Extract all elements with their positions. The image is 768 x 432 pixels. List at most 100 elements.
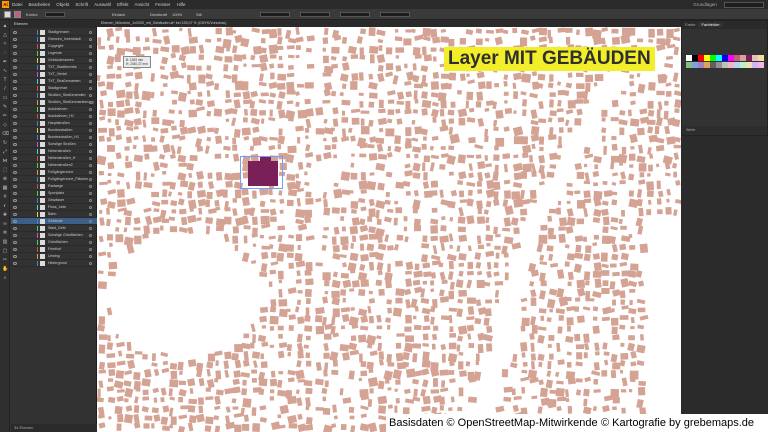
graph-icon[interactable]: ▥ — [2, 240, 8, 245]
target-circle-icon[interactable] — [89, 143, 92, 146]
target-circle-icon[interactable] — [89, 157, 92, 160]
target-circle-icon[interactable] — [89, 234, 92, 237]
layer-row[interactable]: Friedhof — [11, 246, 97, 253]
gradient-icon[interactable]: ◐ — [2, 204, 8, 209]
artboard-icon[interactable]: ▢ — [2, 249, 8, 254]
layer-row[interactable]: Fußgängerzone_Flächen — [11, 176, 97, 183]
type-icon[interactable]: T — [2, 78, 8, 83]
basic-label[interactable]: Einfach — [112, 9, 125, 20]
target-circle-icon[interactable] — [89, 164, 92, 167]
fill-color-swatch[interactable] — [14, 11, 21, 18]
layer-name[interactable]: Copyright — [48, 43, 63, 49]
layer-row[interactable]: Stadtgrenzen — [11, 29, 97, 36]
target-circle-icon[interactable] — [89, 206, 92, 209]
layer-row[interactable]: Straßen_Straßenmarkierung — [11, 99, 97, 106]
layer-row[interactable]: Legende — [11, 50, 97, 57]
visibility-eye-icon[interactable] — [13, 108, 17, 111]
layer-row[interactable]: Sportplatz — [11, 190, 97, 197]
layer-row[interactable]: Autobahnen_H1 — [11, 113, 97, 120]
free-transform-icon[interactable]: ⬚ — [2, 168, 8, 173]
target-circle-icon[interactable] — [89, 94, 92, 97]
layer-name[interactable]: Fußgängerzone — [48, 169, 73, 175]
visibility-eye-icon[interactable] — [13, 45, 17, 48]
menu-bearbeiten[interactable]: Bearbeiten — [29, 2, 51, 7]
workspace-switcher[interactable]: Grundlagen — [693, 2, 717, 7]
layer-name[interactable]: Sonstige Straßen — [48, 141, 76, 147]
target-circle-icon[interactable] — [89, 31, 92, 34]
layer-name[interactable]: Autobahnen — [48, 106, 67, 112]
target-circle-icon[interactable] — [89, 150, 92, 153]
layer-row[interactable]: Gebäudenamen — [11, 57, 97, 64]
target-circle-icon[interactable] — [89, 192, 92, 195]
zoom-icon[interactable]: ⌕ — [2, 276, 8, 281]
target-circle-icon[interactable] — [89, 45, 92, 48]
visibility-eye-icon[interactable] — [13, 66, 17, 69]
color-swatch[interactable] — [758, 55, 764, 61]
menu-fenster[interactable]: Fenster — [155, 2, 170, 7]
target-circle-icon[interactable] — [89, 178, 92, 181]
visibility-eye-icon[interactable] — [13, 255, 17, 258]
layer-name[interactable]: Autobahnen_H1 — [48, 113, 74, 119]
visibility-eye-icon[interactable] — [13, 199, 17, 202]
visibility-eye-icon[interactable] — [13, 241, 17, 244]
menu-datei[interactable]: Datei — [12, 2, 23, 7]
layer-row[interactable]: Nebenstraßen2 — [11, 162, 97, 169]
layer-name[interactable]: Nebenstraßen_H — [48, 155, 75, 161]
magic-wand-icon[interactable]: ✧ — [2, 42, 8, 47]
curvature-icon[interactable]: ∿ — [2, 69, 8, 74]
direct-select-icon[interactable]: △ — [2, 33, 8, 38]
visibility-eye-icon[interactable] — [13, 262, 17, 265]
swatches-tab-farbe[interactable]: Farbe — [682, 22, 698, 27]
layer-name[interactable]: Straßen_Straßenenden — [48, 92, 86, 98]
selected-building-part[interactable] — [260, 157, 271, 165]
shape-builder-icon[interactable]: ⊕ — [2, 177, 8, 182]
height-field[interactable] — [380, 12, 410, 17]
layer-row[interactable]: Bahn — [11, 211, 97, 218]
visibility-eye-icon[interactable] — [13, 115, 17, 118]
layer-name[interactable]: Stadtgrenzen — [48, 29, 69, 35]
target-circle-icon[interactable] — [89, 185, 92, 188]
layer-name[interactable]: Gewässer — [48, 197, 64, 203]
visibility-eye-icon[interactable] — [13, 171, 17, 174]
target-circle-icon[interactable] — [89, 73, 92, 76]
target-circle-icon[interactable] — [89, 262, 92, 265]
target-circle-icon[interactable] — [89, 220, 92, 223]
layer-name[interactable]: Sportplatz — [48, 190, 64, 196]
menu-ansicht[interactable]: Ansicht — [135, 2, 150, 7]
layer-row[interactable]: Bundesstraßen_H1 — [11, 134, 97, 141]
visibility-eye-icon[interactable] — [13, 150, 17, 153]
visibility-eye-icon[interactable] — [13, 192, 17, 195]
scale-icon[interactable]: ⤢ — [2, 150, 8, 155]
visibility-eye-icon[interactable] — [13, 38, 17, 41]
layer-name[interactable]: Fluss_Linie — [48, 204, 66, 210]
target-circle-icon[interactable] — [89, 241, 92, 244]
visibility-eye-icon[interactable] — [13, 143, 17, 146]
target-circle-icon[interactable] — [89, 38, 92, 41]
layer-name[interactable]: Fußgängerzone_Flächen — [48, 176, 88, 182]
layer-row[interactable]: Sonstige Grünflächen — [11, 232, 97, 239]
visibility-eye-icon[interactable] — [13, 52, 17, 55]
layer-name[interactable]: TXT_Stadtbezirke — [48, 64, 77, 70]
visibility-eye-icon[interactable] — [13, 73, 17, 76]
layer-name[interactable]: Nebenstraßen — [48, 148, 71, 154]
menu-hilfe[interactable]: Hilfe — [177, 2, 186, 7]
visibility-eye-icon[interactable] — [13, 164, 17, 167]
visibility-eye-icon[interactable] — [13, 220, 17, 223]
opacity-value[interactable]: 100% — [172, 9, 182, 20]
layer-row[interactable]: Fluss_Linie — [11, 204, 97, 211]
pencil-icon[interactable]: ✏ — [2, 114, 8, 119]
target-circle-icon[interactable] — [89, 101, 92, 104]
layer-row[interactable]: Autobahnen — [11, 106, 97, 113]
layer-row[interactable]: TXT_Stadtbezirke — [11, 64, 97, 71]
layer-row[interactable]: Hintergrund — [11, 260, 97, 267]
layer-row[interactable]: Gebäude — [11, 218, 97, 225]
perspective-icon[interactable]: ▦ — [2, 186, 8, 191]
visibility-eye-icon[interactable] — [13, 59, 17, 62]
visibility-eye-icon[interactable] — [13, 227, 17, 230]
visibility-eye-icon[interactable] — [13, 157, 17, 160]
layer-name[interactable]: Hintergrund — [48, 260, 67, 266]
slice-icon[interactable]: ✂ — [2, 258, 8, 263]
layer-row[interactable]: Hauptstraßen — [11, 120, 97, 127]
layer-row[interactable]: Bundesstraßen — [11, 127, 97, 134]
visibility-eye-icon[interactable] — [13, 178, 17, 181]
